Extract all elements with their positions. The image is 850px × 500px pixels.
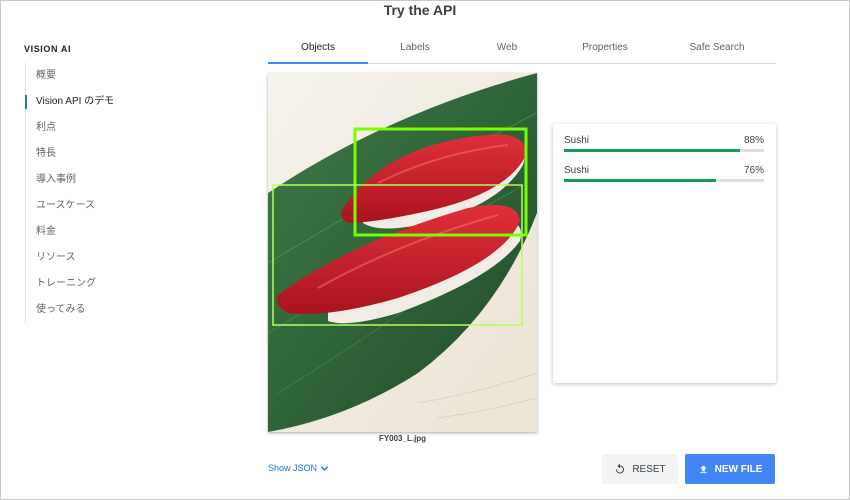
result-item[interactable]: Sushi 76% (564, 165, 764, 182)
result-label: Sushi (564, 165, 590, 176)
sidebar-item-resources[interactable]: リソース (26, 245, 215, 271)
sidebar-item-try-it[interactable]: 使ってみる (26, 297, 215, 323)
tab-labels[interactable]: Labels (368, 34, 462, 63)
result-item[interactable]: Sushi 88% (564, 135, 764, 152)
upload-icon (699, 464, 707, 473)
page-title: Try the API (383, 2, 457, 18)
show-json-link[interactable]: Show JSON (268, 463, 329, 473)
sushi-image (268, 73, 537, 432)
sidebar-item-demo[interactable]: Vision API のデモ (25, 89, 215, 115)
confidence-bar (564, 179, 764, 182)
sidebar-nav: 概要 Vision API のデモ 利点 特長 導入事例 ユースケース 料金 リ… (25, 63, 215, 323)
tab-web[interactable]: Web (462, 34, 552, 63)
confidence-bar-fill (564, 149, 740, 152)
result-score: 76% (743, 165, 764, 176)
results-card: Sushi 88% Sushi 76% (553, 124, 776, 383)
confidence-bar (564, 149, 764, 152)
reset-button[interactable]: RESET (602, 454, 678, 484)
tab-safe-search[interactable]: Safe Search (658, 34, 776, 63)
tab-objects[interactable]: Objects (268, 34, 368, 64)
image-filename: FY003_L.jpg (378, 434, 427, 443)
chevron-down-icon (320, 465, 329, 471)
confidence-bar-fill (564, 179, 716, 182)
sidebar-item-case-studies[interactable]: 導入事例 (26, 167, 215, 193)
sidebar-item-overview[interactable]: 概要 (26, 63, 215, 89)
uploaded-image (268, 73, 537, 432)
result-label: Sushi (564, 135, 590, 146)
sidebar-item-features[interactable]: 特長 (26, 141, 215, 167)
tab-bar: Objects Labels Web Properties Safe Searc… (268, 34, 776, 64)
sidebar-item-pricing[interactable]: 料金 (26, 219, 215, 245)
sidebar-item-training[interactable]: トレーニング (26, 271, 215, 297)
sidebar-item-use-cases[interactable]: ユースケース (26, 193, 215, 219)
new-file-button[interactable]: NEW FILE (685, 454, 775, 484)
reset-label: RESET (632, 463, 666, 475)
sidebar-item-benefits[interactable]: 利点 (26, 115, 215, 141)
brand-label: VISION AI (24, 44, 72, 54)
result-score: 88% (743, 135, 764, 146)
show-json-label: Show JSON (268, 463, 318, 473)
new-file-label: NEW FILE (714, 463, 763, 475)
reset-icon (616, 463, 625, 474)
tab-properties[interactable]: Properties (552, 34, 658, 63)
